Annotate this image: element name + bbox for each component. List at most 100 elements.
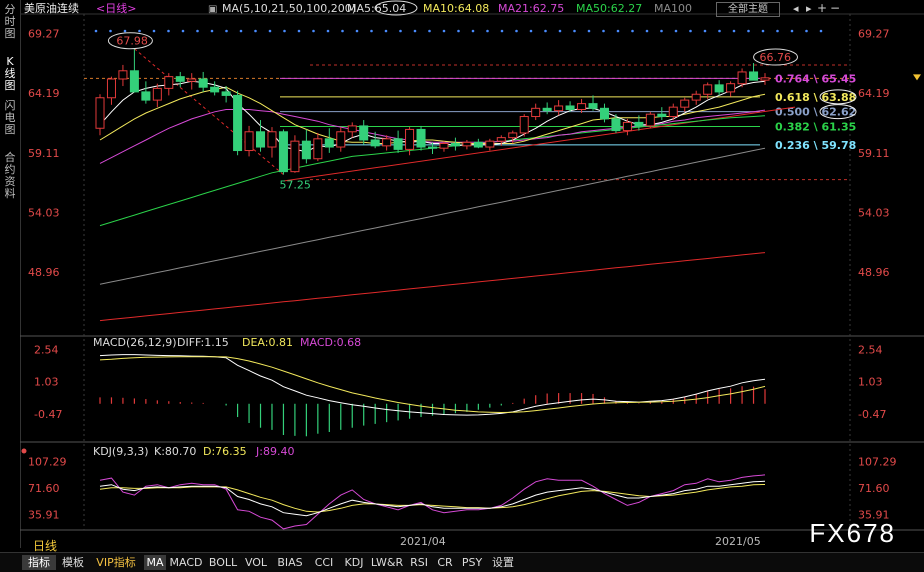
price-axis-right-label: 54.03 — [858, 206, 890, 219]
signal-dot — [138, 29, 141, 33]
indicator-tab-指标[interactable]: 指标 — [22, 555, 56, 570]
candle-body[interactable] — [622, 121, 632, 132]
candle-body[interactable] — [405, 128, 415, 150]
candle-body[interactable] — [187, 78, 197, 82]
indicator-tab-模板[interactable]: 模板 — [58, 555, 88, 570]
candle-body[interactable] — [473, 141, 483, 148]
candle-body[interactable] — [164, 76, 174, 89]
candle-body[interactable] — [668, 106, 678, 118]
candle-body[interactable] — [588, 103, 598, 109]
candle-body[interactable] — [370, 139, 380, 147]
uptrend-line — [283, 106, 796, 182]
signal-dot — [123, 29, 127, 33]
candle-body[interactable] — [233, 94, 243, 152]
candle-body[interactable] — [714, 84, 724, 93]
candle-body[interactable] — [565, 105, 575, 110]
candle-body[interactable] — [129, 70, 139, 93]
indicator-tab-cr[interactable]: CR — [434, 555, 456, 570]
candle-body[interactable] — [416, 128, 426, 148]
kdj-axis-left-label: 35.91 — [28, 508, 60, 521]
candle-body[interactable] — [393, 138, 403, 150]
indicator-tab-bias[interactable]: BIAS — [272, 555, 308, 570]
candle-body[interactable] — [749, 71, 759, 81]
kdj-j-value: J:89.40 — [255, 445, 294, 458]
candle-body[interactable] — [267, 131, 277, 148]
indicator-tab-lw&r[interactable]: LW&R — [370, 555, 404, 570]
instrument-title: 美原油连续 — [24, 1, 79, 15]
candle-body[interactable] — [175, 76, 185, 82]
candle-body[interactable] — [221, 91, 231, 96]
candle-body[interactable] — [657, 113, 667, 118]
candle-body[interactable] — [118, 70, 128, 80]
candle-body[interactable] — [198, 78, 208, 88]
candle-body[interactable] — [439, 143, 449, 149]
candle-body[interactable] — [577, 103, 587, 110]
sidebar-tab-1[interactable]: K线图 — [0, 56, 20, 92]
candle-body[interactable] — [760, 77, 770, 81]
candle-body[interactable] — [450, 143, 460, 147]
sidebar-tab-2[interactable]: 闪电图 — [0, 100, 20, 136]
candle-body[interactable] — [485, 140, 495, 148]
candle-body[interactable] — [611, 118, 621, 132]
candle-body[interactable] — [554, 105, 564, 112]
candle-body[interactable] — [347, 125, 357, 133]
signal-dot — [500, 29, 504, 33]
candle-body[interactable] — [244, 131, 254, 152]
indicator-tab-vol[interactable]: VOL — [242, 555, 270, 570]
candle-body[interactable] — [542, 107, 552, 112]
candle-body[interactable] — [508, 132, 518, 139]
candle-body[interactable] — [313, 138, 323, 160]
candle-body[interactable] — [336, 131, 346, 148]
candle-body[interactable] — [680, 99, 690, 108]
candle-body[interactable] — [324, 138, 334, 148]
signal-dot — [602, 29, 605, 33]
indicator-tab-设置[interactable]: 设置 — [488, 555, 518, 570]
price-axis-left-label: 54.03 — [28, 206, 60, 219]
candle-body[interactable] — [599, 107, 609, 120]
indicator-tab-kdj[interactable]: KDJ — [340, 555, 368, 570]
candle-body[interactable] — [691, 93, 701, 101]
indicator-tab-cci[interactable]: CCI — [310, 555, 338, 570]
candle-body[interactable] — [141, 91, 151, 101]
indicator-tab-macd[interactable]: MACD — [168, 555, 204, 570]
kline-chart-svg[interactable]: 美原油连续 <日线> ▣ MA(5,10,21,50,100,200)MA5:65.0… — [20, 0, 924, 548]
candle-body[interactable] — [152, 87, 162, 101]
candle-body[interactable] — [290, 140, 300, 173]
signal-dot — [167, 29, 170, 33]
candle-body[interactable] — [106, 78, 116, 99]
downswing-line — [134, 48, 284, 175]
signal-dot — [732, 29, 736, 33]
candle-body[interactable] — [382, 138, 392, 147]
candle-body[interactable] — [462, 141, 472, 147]
macd-params: MACD(26,12,9) — [93, 336, 177, 349]
candle-body[interactable] — [645, 113, 655, 127]
sidebar-tab-0[interactable]: 分时图 — [0, 4, 20, 40]
indicator-tab-psy[interactable]: PSY — [458, 555, 486, 570]
price-axis-left-label: 59.11 — [28, 147, 60, 160]
candle-body[interactable] — [256, 131, 266, 148]
candle-body[interactable] — [359, 125, 369, 141]
candle-body[interactable] — [726, 83, 736, 93]
candle-body[interactable] — [737, 71, 747, 85]
indicator-tab-vip指标[interactable]: VIP指标 — [90, 555, 142, 570]
sidebar-tab-3[interactable]: 合约资料 — [0, 152, 20, 200]
candle-body[interactable] — [427, 146, 438, 149]
ma100-line — [99, 147, 766, 285]
macd-axis-right-label: 2.54 — [858, 343, 883, 356]
candle-body[interactable] — [703, 84, 713, 95]
kdj-axis-left-label: 107.29 — [28, 456, 67, 469]
nav-prev-icon: ◂ — [793, 2, 799, 15]
price-axis-right-label: 59.11 — [858, 147, 890, 160]
theme-select-button[interactable]: 全部主题 — [716, 2, 780, 17]
indicator-tab-rsi[interactable]: RSI — [406, 555, 432, 570]
candle-body[interactable] — [278, 131, 288, 173]
candle-body[interactable] — [301, 140, 311, 160]
candle-body[interactable] — [634, 121, 644, 127]
candle-body[interactable] — [496, 137, 506, 142]
candle-body[interactable] — [95, 97, 105, 129]
indicator-tab-ma[interactable]: MA — [144, 555, 166, 570]
candle-body[interactable] — [210, 86, 220, 93]
indicator-tab-boll[interactable]: BOLL — [206, 555, 240, 570]
candle-body[interactable] — [519, 116, 529, 134]
candle-body[interactable] — [531, 107, 541, 118]
